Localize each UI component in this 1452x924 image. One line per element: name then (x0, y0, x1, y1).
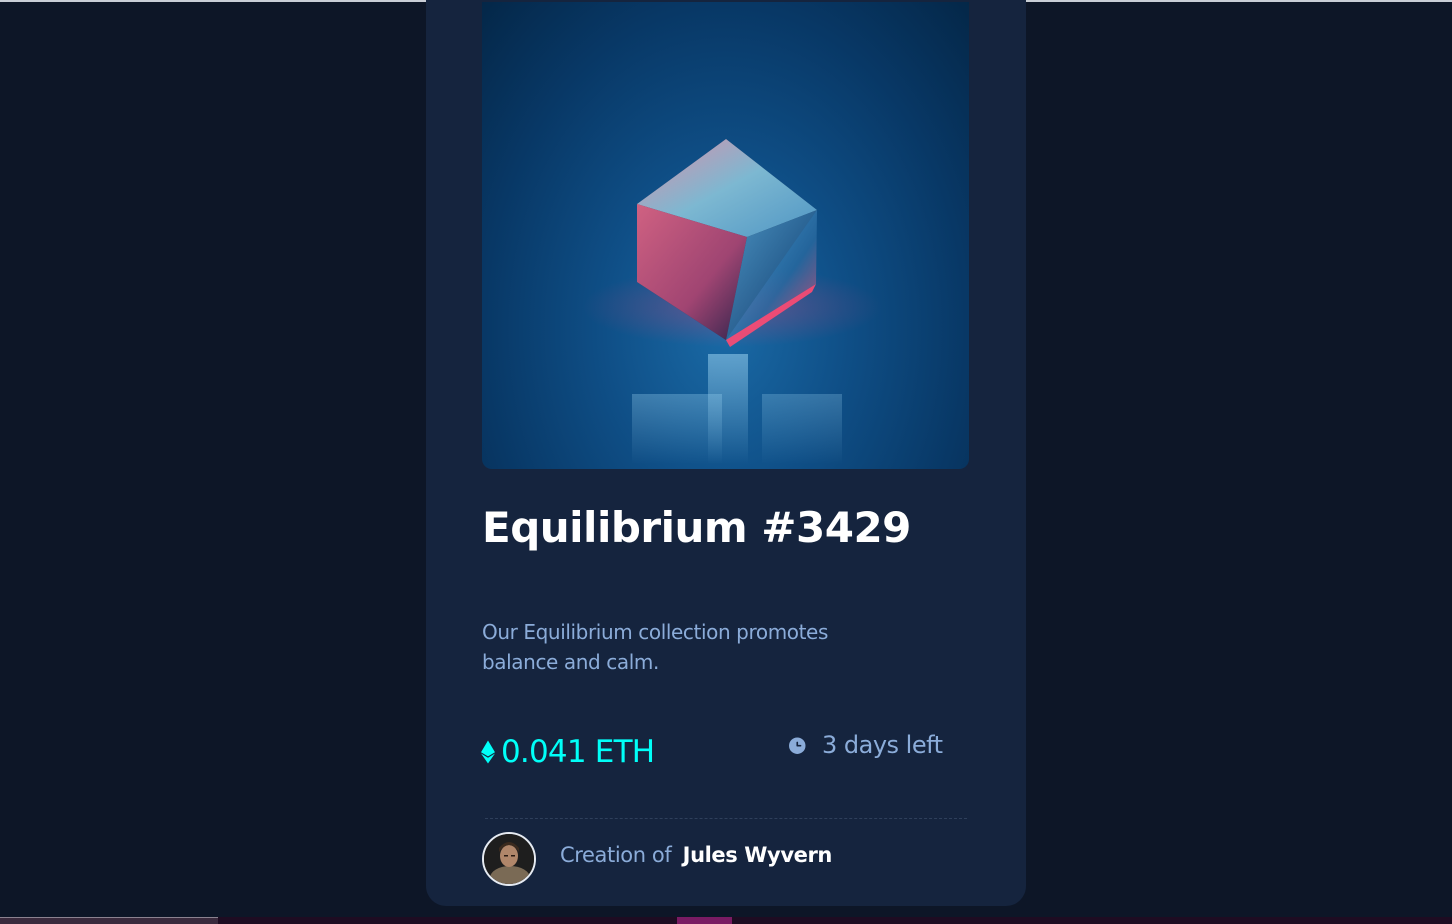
creator-name-link[interactable]: Jules Wyvern (683, 843, 833, 867)
price-info: 0.041 ETH (481, 734, 655, 770)
nft-preview-image[interactable] (482, 2, 969, 469)
page: Equilibrium #3429 Our Equilibrium collec… (0, 0, 1452, 924)
creator-avatar-image (484, 834, 534, 884)
creator-info: Creation of Jules Wyvern (560, 843, 832, 867)
price-value: 0.041 ETH (501, 734, 655, 770)
taskbar-segment (677, 917, 732, 924)
nft-description: Our Equilibrium collection promotes bala… (482, 620, 828, 674)
crystal-cube-illustration (582, 139, 882, 464)
avatar (482, 832, 536, 886)
taskbar-edge (0, 917, 1452, 924)
clock-icon (789, 736, 806, 754)
taskbar-segment (0, 917, 218, 924)
divider (485, 818, 967, 819)
time-left-info: 3 days left (787, 731, 943, 759)
nft-title[interactable]: Equilibrium #3429 (482, 503, 911, 552)
ethereum-icon (481, 740, 495, 764)
creator-prefix: Creation of (560, 843, 672, 867)
time-left-value: 3 days left (822, 731, 943, 759)
